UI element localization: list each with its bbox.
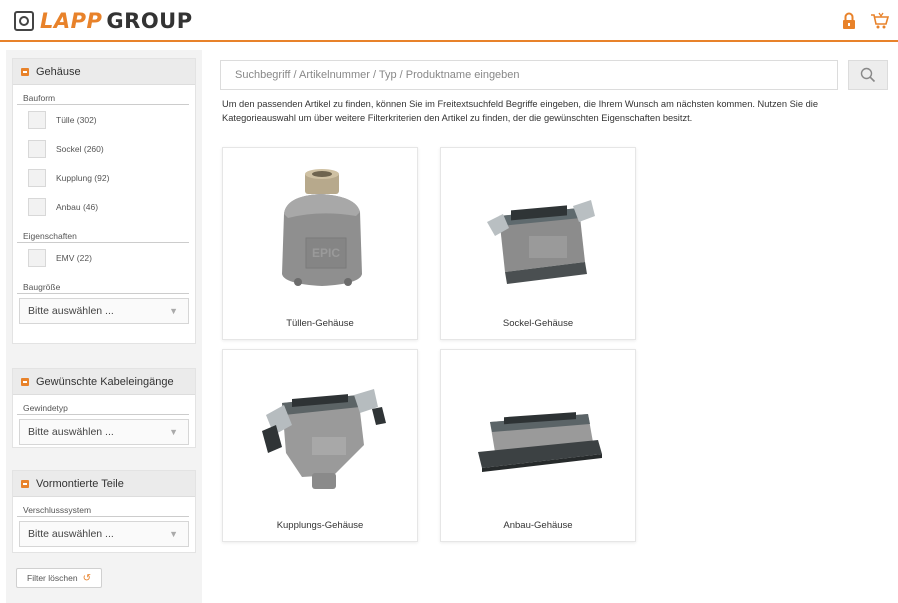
verschlusssystem-label: Verschlusssystem (17, 503, 189, 517)
card-label: Anbau-Gehäuse (503, 520, 573, 531)
logo-text-lapp: LAPP (40, 9, 103, 33)
svg-text:EPIC: EPIC (312, 246, 340, 260)
card-label: Sockel-Gehäuse (502, 318, 574, 329)
collapse-icon (21, 479, 29, 488)
lapp-logo[interactable]: LAPP GROUP (14, 9, 193, 33)
tuellen-gehaeuse-image: EPIC (223, 148, 419, 313)
panel-title-label: Gehäuse (36, 65, 81, 78)
gewindetyp-select[interactable]: Bitte auswählen ... ▼ (19, 419, 189, 445)
checkbox-label: EMV (22) (56, 252, 92, 263)
checkbox-label: Kupplung (92) (56, 172, 110, 183)
collapse-icon (21, 377, 29, 386)
chevron-down-icon: ▼ (169, 306, 178, 316)
baugroesse-label: Baugröße (17, 280, 189, 294)
chevron-down-icon: ▼ (169, 529, 178, 539)
panel-gehaeuse-title[interactable]: Gehäuse (13, 59, 195, 85)
checkbox[interactable] (28, 197, 46, 216)
main-content: Suchbegriff / Artikelnummer / Typ / Prod… (212, 50, 898, 603)
checkbox-row-sockel[interactable]: Sockel (260) (13, 134, 195, 163)
eigenschaften-label: Eigenschaften (17, 229, 189, 243)
verschlusssystem-select[interactable]: Bitte auswählen ... ▼ (19, 521, 189, 547)
checkbox-row-anbau[interactable]: Anbau (46) (13, 192, 195, 221)
category-card-tuellen[interactable]: EPIC Tüllen-Gehäuse (222, 147, 418, 340)
search-input[interactable]: Suchbegriff / Artikelnummer / Typ / Prod… (220, 60, 838, 90)
checkbox-row-tuelle[interactable]: Tülle (302) (13, 105, 195, 134)
panel-kabeleingaenge: Gewünschte Kabeleingänge Gewindetyp Bitt… (12, 368, 196, 448)
lapp-logo-icon (14, 11, 34, 31)
panel-vormontierte-teile: Vormontierte Teile Verschlusssystem Bitt… (12, 470, 196, 553)
anbau-gehaeuse-image (441, 350, 637, 515)
panel-gehaeuse: Gehäuse Bauform Tülle (302) Sockel (260)… (12, 58, 196, 344)
card-label: Tüllen-Gehäuse (286, 318, 354, 329)
select-value: Bitte auswählen ... (28, 305, 114, 317)
filter-sidebar: Gehäuse Bauform Tülle (302) Sockel (260)… (6, 50, 202, 603)
lock-icon[interactable] (840, 12, 858, 30)
checkbox-row-emv[interactable]: EMV (22) (13, 243, 195, 272)
search-placeholder: Suchbegriff / Artikelnummer / Typ / Prod… (235, 69, 520, 81)
gewindetyp-label: Gewindetyp (17, 401, 189, 415)
checkbox[interactable] (28, 139, 46, 158)
panel-kabeleingaenge-title[interactable]: Gewünschte Kabeleingänge (13, 369, 195, 395)
baugroesse-select[interactable]: Bitte auswählen ... ▼ (19, 298, 189, 324)
sockel-gehaeuse-image (441, 148, 637, 313)
checkbox-label: Anbau (46) (56, 201, 99, 212)
search-button[interactable] (848, 60, 888, 90)
checkbox-label: Sockel (260) (56, 143, 104, 154)
cart-icon[interactable] (870, 12, 890, 30)
collapse-icon (21, 67, 29, 76)
panel-vormontierte-title[interactable]: Vormontierte Teile (13, 471, 195, 497)
panel-title-label: Gewünschte Kabeleingänge (36, 375, 174, 388)
checkbox-row-kupplung[interactable]: Kupplung (92) (13, 163, 195, 192)
panel-title-label: Vormontierte Teile (36, 477, 124, 490)
chevron-down-icon: ▼ (169, 427, 178, 437)
intro-text: Um den passenden Artikel zu finden, könn… (222, 99, 819, 123)
checkbox[interactable] (28, 110, 46, 129)
bauform-label: Bauform (17, 91, 189, 105)
kupplungs-gehaeuse-image (223, 350, 419, 515)
filter-reset-button[interactable]: Filter löschen ↺ (16, 568, 102, 588)
search-icon (860, 67, 876, 83)
page-header: LAPP GROUP (0, 0, 898, 42)
card-label: Kupplungs-Gehäuse (276, 520, 364, 531)
checkbox[interactable] (28, 248, 46, 267)
checkbox[interactable] (28, 168, 46, 187)
category-card-kupplung[interactable]: Kupplungs-Gehäuse (222, 349, 418, 542)
category-card-anbau[interactable]: Anbau-Gehäuse (440, 349, 636, 542)
select-value: Bitte auswählen ... (28, 528, 114, 540)
logo-text-group: GROUP (106, 9, 193, 33)
filter-reset-label: Filter löschen (27, 573, 78, 583)
checkbox-label: Tülle (302) (56, 114, 97, 125)
select-value: Bitte auswählen ... (28, 426, 114, 438)
category-card-sockel[interactable]: Sockel-Gehäuse (440, 147, 636, 340)
reset-icon: ↺ (82, 572, 91, 584)
